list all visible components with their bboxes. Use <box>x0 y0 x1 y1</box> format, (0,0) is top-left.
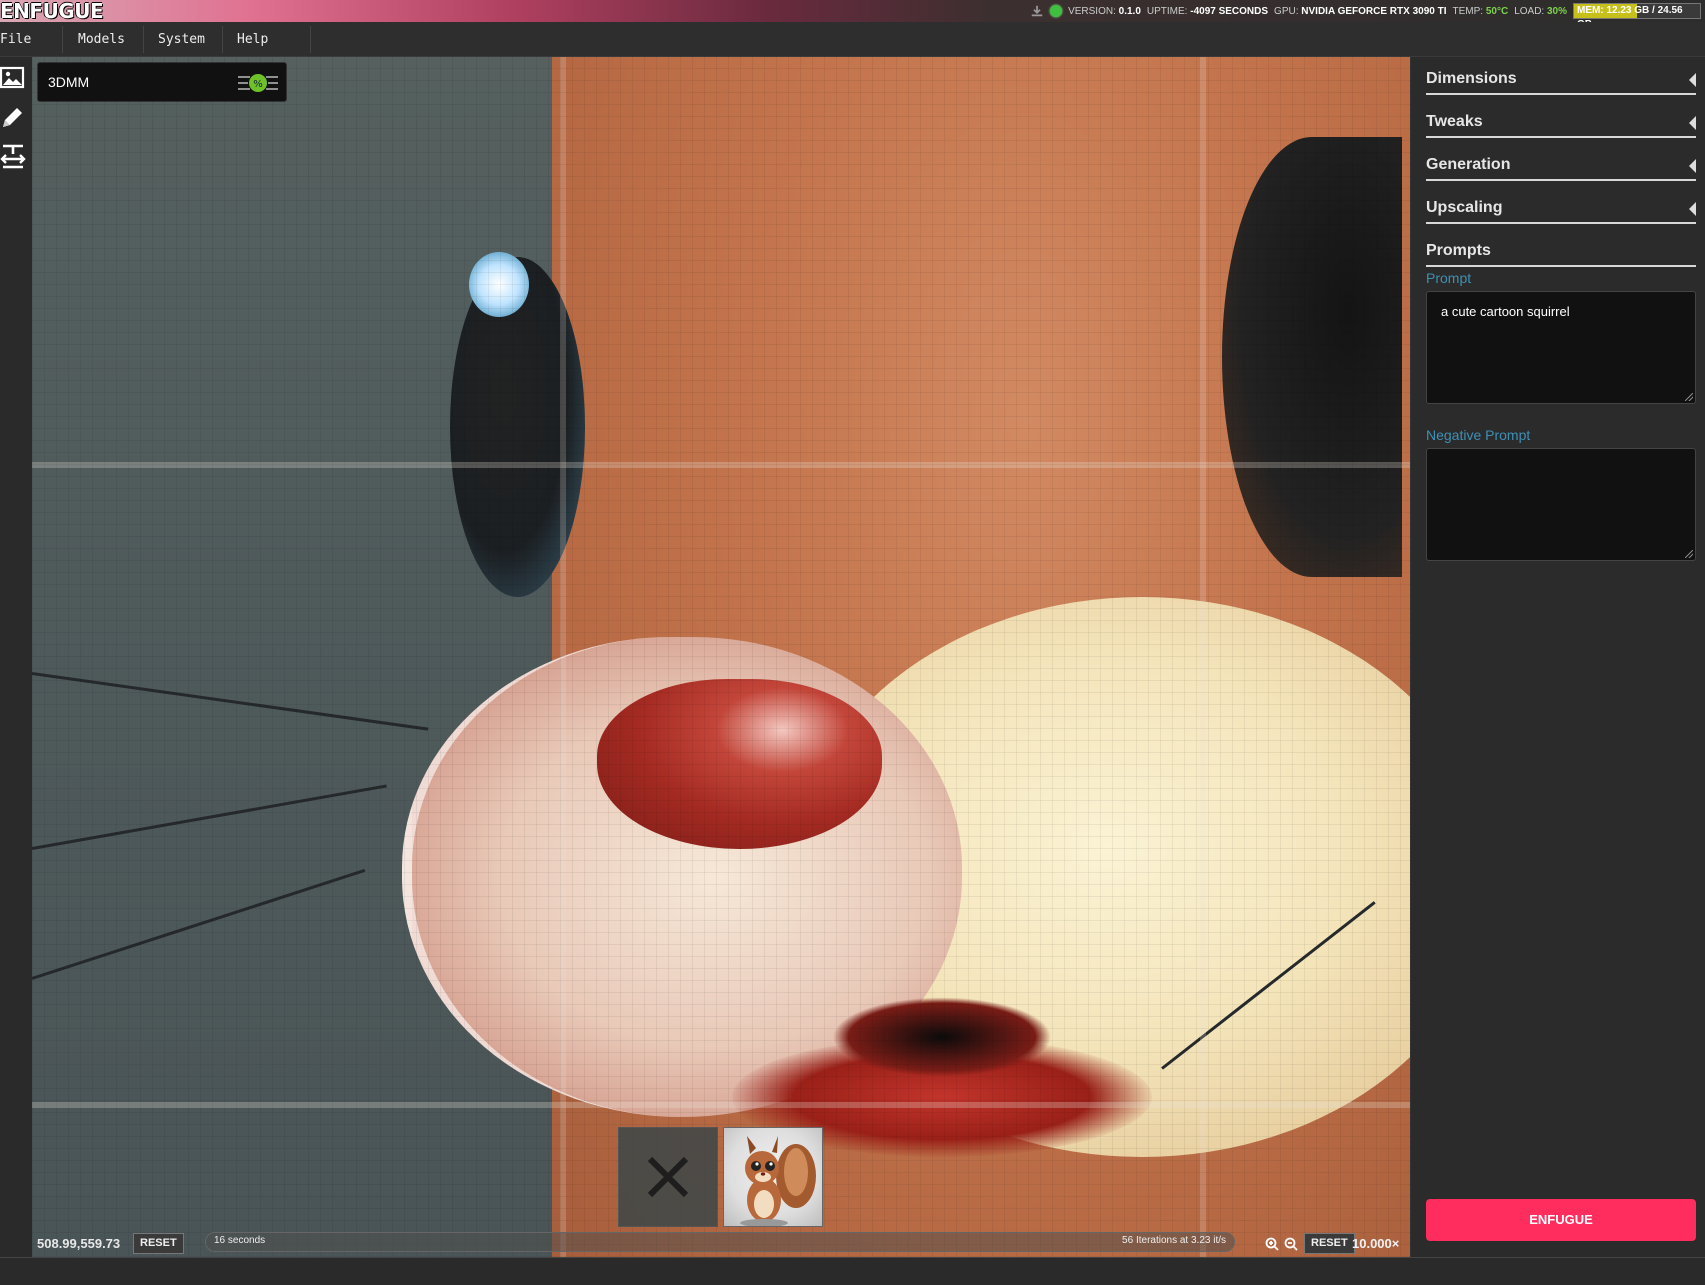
model-name: 3DMM <box>48 74 90 90</box>
iteration-rate: 56 Iterations at 3.23 it/s <box>1122 1235 1226 1246</box>
section-title: Generation <box>1426 156 1511 173</box>
resize-handle-icon[interactable] <box>1685 393 1693 401</box>
version-value: 0.1.0 <box>1118 5 1141 17</box>
temp-value: 50°C <box>1485 5 1509 17</box>
system-status: VERSION: 0.1.0 UPTIME: -4097 SECONDS GPU… <box>1030 0 1701 30</box>
collapse-caret-icon <box>1689 73 1696 87</box>
squirrel-thumbnail-image <box>740 1136 816 1226</box>
zoom-in-icon[interactable] <box>1265 1237 1279 1251</box>
collapse-caret-icon <box>1689 116 1696 130</box>
download-icon[interactable] <box>1030 4 1044 18</box>
zoom-out-icon[interactable] <box>1284 1237 1298 1251</box>
resize-handle-icon[interactable] <box>1685 550 1693 558</box>
prompt-text: a cute cartoon squirrel <box>1441 304 1570 319</box>
model-status-icon: % <box>238 74 278 92</box>
memory-bar: MEM: 12.23 GB / 24.56 GB <box>1573 3 1701 30</box>
text-transform-icon[interactable] <box>0 143 26 169</box>
svg-text:%: % <box>253 79 263 90</box>
section-upscaling[interactable]: Upscaling <box>1426 194 1696 224</box>
section-title: Prompts <box>1426 242 1491 259</box>
prompt-input[interactable]: a cute cartoon squirrel <box>1426 291 1696 404</box>
section-prompts[interactable]: Prompts <box>1426 237 1696 267</box>
gpu-label: GPU: <box>1274 5 1299 17</box>
cursor-coordinates: 508.99,559.73 <box>37 1236 121 1251</box>
uptime-label: UPTIME: <box>1146 5 1188 17</box>
menu-models[interactable]: Models <box>68 22 135 57</box>
canvas-area[interactable] <box>32 57 1410 1257</box>
canvas-grid-line <box>1200 57 1206 1257</box>
menu-system[interactable]: System <box>148 22 215 57</box>
pencil-icon[interactable] <box>0 105 26 131</box>
status-indicator <box>1050 5 1063 17</box>
negative-prompt-label: Negative Prompt <box>1426 427 1531 443</box>
canvas-image-eye-right <box>1222 137 1402 577</box>
prompt-label: Prompt <box>1426 270 1472 286</box>
position-reset-button[interactable]: RESET <box>133 1233 184 1254</box>
result-thumbnail[interactable] <box>723 1127 823 1227</box>
temp-label: TEMP: <box>1452 5 1484 17</box>
canvas-background <box>32 57 552 1257</box>
section-title: Tweaks <box>1426 113 1483 130</box>
app-logo: ENFUGUE <box>0 0 104 23</box>
section-title: Upscaling <box>1426 199 1503 216</box>
section-title: Dimensions <box>1426 70 1517 87</box>
enfugue-generate-button[interactable]: ENFUGUE <box>1426 1199 1696 1241</box>
section-generation[interactable]: Generation <box>1426 151 1696 181</box>
left-toolbar <box>0 57 32 1257</box>
model-picker[interactable]: 3DMM % <box>37 62 287 102</box>
negative-prompt-input[interactable] <box>1426 448 1696 561</box>
menu-divider <box>62 26 63 53</box>
version-label: VERSION: <box>1068 5 1116 17</box>
app-header: ENFUGUE VERSION: 0.1.0 UPTIME: -4097 SEC… <box>0 0 1705 30</box>
gpu-value: NVIDIA GEFORCE RTX 3090 TI <box>1301 5 1447 17</box>
section-tweaks[interactable]: Tweaks <box>1426 108 1696 138</box>
bottom-strip <box>0 1257 1705 1285</box>
mem-label: MEM: <box>1577 5 1604 16</box>
zoom-reset-button[interactable]: RESET <box>1304 1233 1355 1254</box>
zoom-level: 10.000× <box>1352 1236 1400 1251</box>
uptime-value: -4097 SECONDS <box>1190 5 1269 17</box>
canvas-grid-line <box>560 57 566 1257</box>
canvas-image-nose <box>597 679 882 849</box>
menu-divider <box>222 26 223 53</box>
close-icon <box>647 1156 689 1198</box>
image-icon[interactable] <box>0 65 26 91</box>
load-label: LOAD: <box>1514 5 1545 17</box>
section-dimensions[interactable]: Dimensions <box>1426 65 1696 95</box>
generation-progress: 16 seconds 56 Iterations at 3.23 it/s <box>205 1232 1235 1252</box>
menu-file[interactable]: File <box>0 22 41 57</box>
right-sidebar: Dimensions Tweaks Generation Upscaling P… <box>1410 57 1705 1257</box>
canvas-image-mouth <box>832 997 1052 1077</box>
elapsed-time: 16 seconds <box>214 1235 266 1246</box>
menu-divider <box>143 26 144 53</box>
menu-divider <box>310 26 311 53</box>
canvas-image-eye-glint <box>469 252 529 317</box>
dismiss-thumbnail-button[interactable] <box>618 1127 718 1227</box>
load-value: 30% <box>1546 5 1567 17</box>
collapse-caret-icon <box>1689 202 1696 216</box>
generation-progress-fill <box>206 1233 1234 1251</box>
menu-help[interactable]: Help <box>227 22 278 57</box>
menu-bar: File Models System Help <box>0 22 1705 57</box>
collapse-caret-icon <box>1689 159 1696 173</box>
